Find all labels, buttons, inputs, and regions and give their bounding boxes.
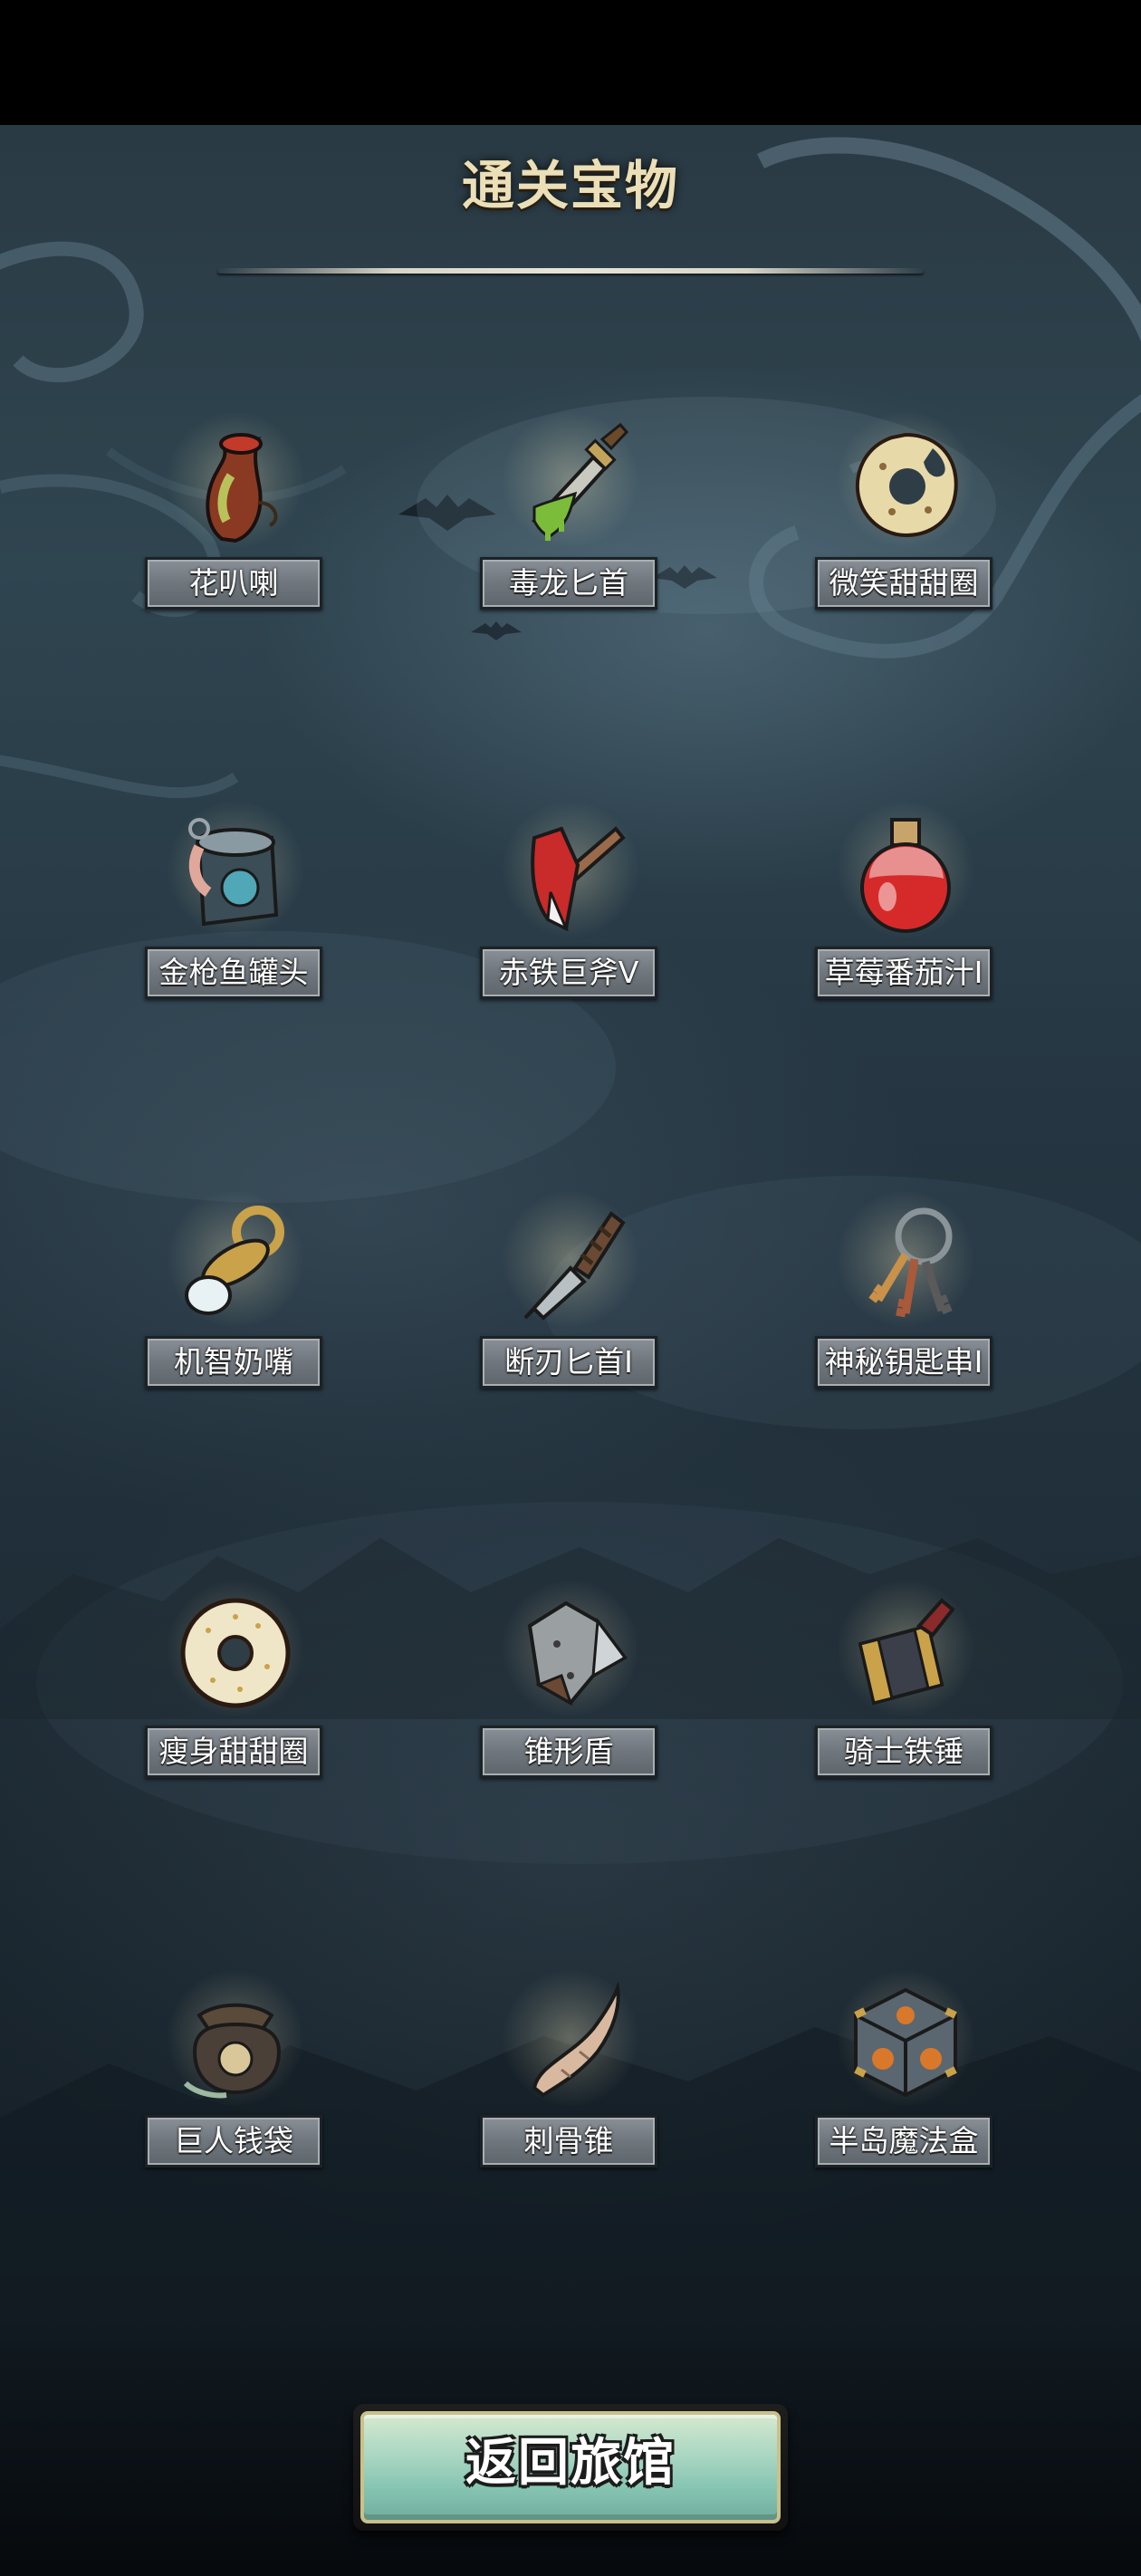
treasure-item[interactable]: 花叭喇 (118, 412, 353, 648)
tuna-can-icon (188, 818, 279, 927)
bitten-donut-icon (855, 432, 958, 537)
treasure-item[interactable]: 金枪鱼罐头 (118, 802, 353, 1037)
treasure-name: 微笑甜甜圈 (815, 557, 992, 610)
pitcher-plant-icon (206, 433, 278, 543)
treasure-item[interactable]: 机智奶嘴 (118, 1191, 353, 1427)
treasure-name: 半岛魔法盒 (815, 2115, 992, 2167)
sprinkle-donut-icon (180, 1598, 291, 1708)
status-bar-area (0, 0, 1141, 125)
treasure-item[interactable]: 神秘钥匙串I (788, 1191, 1023, 1427)
treasure-item[interactable]: 骑士铁锤 (788, 1581, 1023, 1816)
treasure-item[interactable]: 微笑甜甜圈 (788, 412, 1023, 648)
treasure-name: 花叭喇 (145, 557, 322, 610)
treasure-item[interactable]: 草莓番茄汁I (788, 802, 1023, 1037)
return-to-inn-label: 返回旅馆 (360, 2411, 781, 2523)
treasure-name: 刺骨锥 (480, 2115, 657, 2167)
red-potion-icon (860, 818, 951, 933)
treasure-name: 巨人钱袋 (145, 2115, 322, 2167)
money-bag-icon (183, 2003, 282, 2099)
treasure-item[interactable]: 巨人钱袋 (118, 1970, 353, 2206)
return-to-inn-button[interactable]: 返回旅馆 (353, 2404, 788, 2531)
red-axe-icon (531, 826, 626, 932)
pacifier-icon (185, 1206, 284, 1315)
treasure-item[interactable]: 赤铁巨斧V (453, 802, 688, 1037)
treasure-item[interactable]: 刺骨锥 (453, 1970, 688, 2206)
page-title: 通关宝物 (461, 155, 679, 216)
treasure-name: 断刃匕首I (480, 1336, 657, 1389)
magic-cube-icon (854, 1987, 957, 2098)
bone-spike-icon (532, 1981, 620, 2098)
treasure-item[interactable]: 瘦身甜甜圈 (118, 1581, 353, 1816)
key-ring-icon (868, 1207, 953, 1318)
treasure-item[interactable]: 半岛魔法盒 (788, 1970, 1023, 2206)
treasure-name: 瘦身甜甜圈 (145, 1725, 322, 1778)
spiked-shield-icon (527, 1600, 628, 1706)
treasure-item[interactable]: 锥形盾 (453, 1581, 688, 1816)
title-divider (217, 268, 924, 274)
treasure-item[interactable]: 断刃匕首I (453, 1191, 688, 1427)
broken-dagger-icon (523, 1211, 626, 1321)
poison-dagger-icon (532, 422, 629, 541)
treasure-name: 机智奶嘴 (145, 1336, 322, 1389)
treasure-name: 神秘钥匙串I (815, 1336, 992, 1389)
treasure-item[interactable]: 毒龙匕首 (453, 412, 688, 648)
knight-hammer-icon (858, 1598, 955, 1706)
treasure-name: 毒龙匕首 (480, 557, 657, 610)
treasure-name: 骑士铁锤 (815, 1725, 992, 1778)
treasure-name: 赤铁巨斧V (480, 947, 657, 999)
treasure-name: 草莓番茄汁I (815, 947, 992, 999)
treasure-name: 锥形盾 (480, 1725, 657, 1778)
treasure-name: 金枪鱼罐头 (145, 947, 322, 999)
